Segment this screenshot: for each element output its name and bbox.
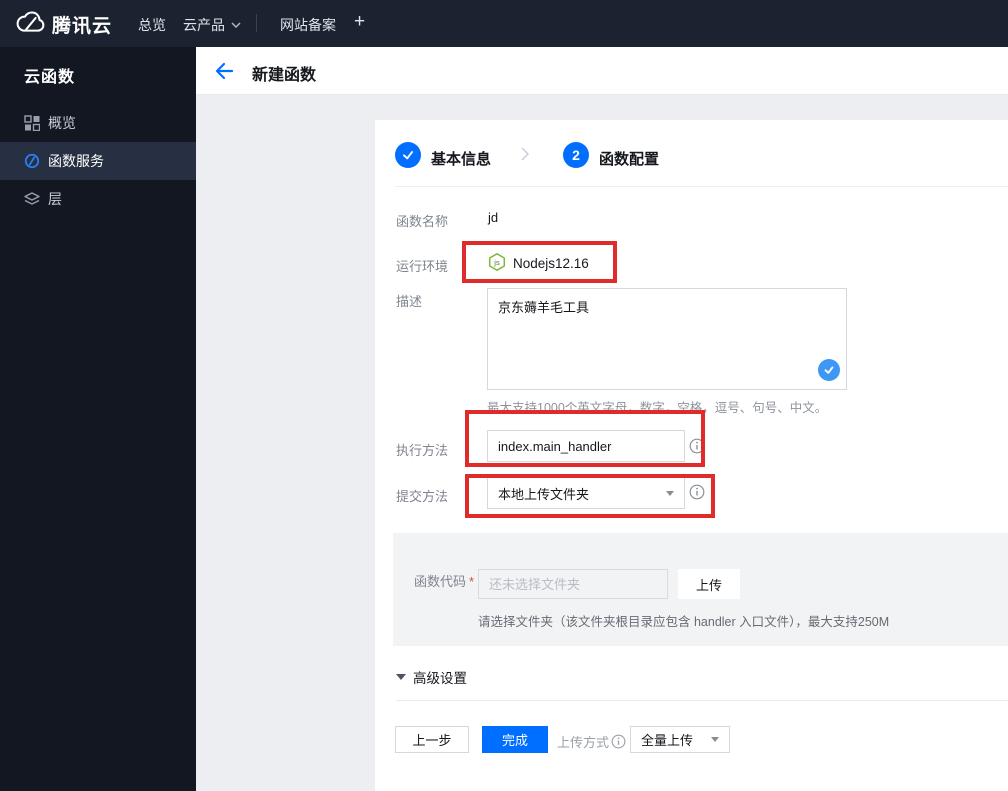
upload-mode-group: 上传方式: [557, 732, 626, 751]
sidebar-item-layers[interactable]: 层: [0, 180, 196, 218]
handler-label: 执行方法: [396, 443, 449, 458]
required-asterisk: *: [469, 574, 475, 589]
sidebar-item-function-service[interactable]: 函数服务: [0, 142, 196, 180]
layers-icon: [24, 192, 40, 205]
upload-mode-value: 全量上传: [641, 733, 694, 748]
nav-products[interactable]: 云产品: [183, 15, 241, 35]
select-caret-icon: [711, 737, 719, 742]
back-arrow-button[interactable]: [212, 59, 236, 83]
function-name-label: 函数名称: [396, 214, 449, 229]
function-service-icon: [24, 153, 40, 169]
sidebar-title: 云函数: [24, 69, 76, 86]
function-code-label-text: 函数代码: [414, 574, 467, 589]
sidebar-item-label: 层: [48, 191, 62, 207]
step-chevron-icon: [521, 147, 529, 161]
select-caret-icon: [666, 490, 674, 496]
tencent-cloud-logo-icon: [16, 11, 45, 32]
function-code-label: 函数代码 *: [414, 571, 474, 590]
chevron-down-icon: [231, 22, 241, 28]
svg-text:js: js: [493, 258, 500, 267]
folder-path-input: [478, 569, 668, 599]
description-helper-text: 最大支持1000个英文字母，数字，空格，逗号、句号、中文。: [487, 401, 828, 415]
brand-title: 腾讯云: [52, 16, 113, 37]
step1-done-icon: [395, 142, 421, 168]
nav-products-label: 云产品: [183, 17, 225, 33]
stepper-divider: [395, 186, 1008, 187]
handler-input[interactable]: [487, 430, 685, 462]
check-icon: [402, 151, 414, 160]
triangle-down-icon: [396, 674, 406, 680]
form-card: [375, 120, 1008, 791]
previous-step-button[interactable]: 上一步: [395, 726, 469, 753]
info-icon[interactable]: [689, 438, 705, 454]
description-textarea[interactable]: 京东薅羊毛工具: [487, 288, 847, 390]
step1-label: 基本信息: [431, 151, 492, 168]
sidebar-item-overview[interactable]: 概览: [0, 104, 196, 142]
step2-number-badge: 2: [563, 142, 589, 168]
tencent-cloud-console: 腾讯云 总览 云产品 网站备案 + 云函数 概览 函数服务 层 新建函数 基本信…: [0, 0, 1008, 791]
info-icon[interactable]: [689, 484, 705, 500]
grid-icon: [24, 115, 40, 131]
footer-divider: [396, 700, 1008, 701]
step2-label: 函数配置: [599, 151, 660, 168]
sidebar: 云函数 概览 函数服务 层: [0, 47, 196, 791]
sidebar-item-label: 概览: [48, 115, 76, 131]
nav-overview[interactable]: 总览: [138, 15, 166, 35]
advanced-settings-label: 高级设置: [413, 671, 467, 686]
function-name-value: jd: [488, 210, 499, 225]
runtime-label: 运行环境: [396, 259, 449, 274]
top-nav: 腾讯云 总览 云产品 网站备案 +: [0, 0, 1008, 47]
page-title: 新建函数: [252, 67, 317, 84]
advanced-settings-toggle[interactable]: 高级设置: [396, 667, 467, 687]
nav-divider: [256, 14, 257, 32]
info-icon[interactable]: [611, 734, 626, 749]
upload-button[interactable]: 上传: [678, 569, 740, 599]
nodejs-icon: js: [488, 253, 506, 271]
submit-method-label: 提交方法: [396, 489, 449, 504]
nav-add-tab-button[interactable]: +: [354, 11, 365, 33]
function-code-helper-text: 请选择文件夹（该文件夹根目录应包含 handler 入口文件），最大支持250M: [478, 615, 890, 629]
page-header: [196, 47, 1008, 95]
runtime-value: Nodejs12.16: [513, 256, 589, 271]
submit-method-select[interactable]: 本地上传文件夹: [487, 477, 685, 509]
finish-button[interactable]: 完成: [482, 726, 548, 753]
description-label: 描述: [396, 294, 423, 309]
sidebar-item-label: 函数服务: [48, 153, 104, 169]
upload-mode-select[interactable]: 全量上传: [630, 726, 730, 753]
sidebar-menu: 概览 函数服务 层: [0, 104, 196, 218]
nav-beian[interactable]: 网站备案: [280, 15, 336, 35]
valid-check-icon: [818, 359, 840, 381]
upload-mode-label: 上传方式: [557, 735, 610, 750]
submit-method-value: 本地上传文件夹: [498, 486, 590, 502]
